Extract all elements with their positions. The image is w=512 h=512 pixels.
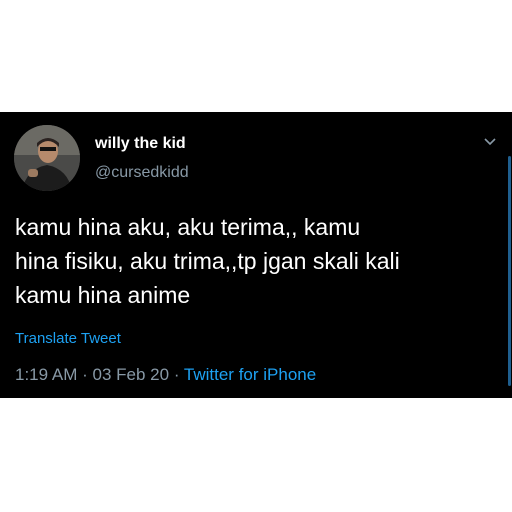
profile-photo-icon bbox=[14, 125, 80, 191]
meta-separator: · bbox=[82, 365, 88, 384]
meta-separator: · bbox=[173, 365, 180, 384]
chevron-down-icon[interactable] bbox=[482, 136, 498, 148]
avatar[interactable] bbox=[14, 125, 80, 191]
tweet-meta: 1:19 AM · 03 Feb 20 · Twitter for iPhone bbox=[15, 365, 316, 385]
user-handle[interactable]: @cursedkidd bbox=[95, 164, 189, 182]
translate-tweet-link[interactable]: Translate Tweet bbox=[15, 330, 121, 347]
tweet-date: 03 Feb 20 bbox=[92, 365, 170, 384]
display-name[interactable]: willy the kid bbox=[95, 135, 186, 153]
tweet-card: willy the kid @cursedkidd kamu hina aku,… bbox=[0, 112, 512, 398]
scrollbar[interactable] bbox=[508, 156, 511, 386]
tweet-text: kamu hina aku, aku terima,, kamu hina fi… bbox=[15, 214, 400, 308]
tweet-time: 1:19 AM bbox=[15, 365, 78, 384]
tweet-source-link[interactable]: Twitter for iPhone bbox=[184, 365, 316, 384]
